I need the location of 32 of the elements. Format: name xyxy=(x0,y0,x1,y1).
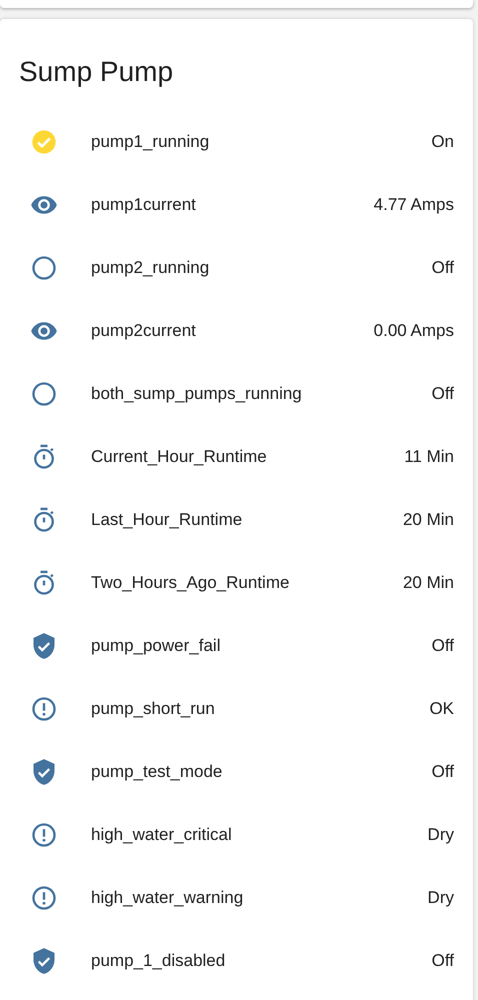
entity-state: 0.00 Amps xyxy=(374,320,454,342)
entity-state: Dry xyxy=(428,824,454,846)
entity-state: Off xyxy=(432,950,454,972)
entity-state: Dry xyxy=(428,886,454,909)
alert-circle-icon xyxy=(30,820,58,848)
entity-name: pump2current xyxy=(91,320,197,342)
entity-state: 20 Min xyxy=(402,508,454,531)
entity-name: pump_short_run xyxy=(91,698,216,720)
entity-state: On xyxy=(431,130,454,153)
entity-state: Off xyxy=(432,634,454,657)
entity-state: Off xyxy=(432,382,454,405)
entity-name: high_water_critical xyxy=(91,824,233,846)
entity-name: pump1current xyxy=(91,194,197,216)
entity-name: pump_power_fail xyxy=(91,634,222,657)
entity-state: 20 Min xyxy=(402,572,454,594)
entity-name: pump_1_disabled xyxy=(91,950,226,972)
entity-state: 11 Min xyxy=(404,446,454,468)
entity-name: pump2_running xyxy=(91,256,210,279)
entity-name: Two_Hours_Ago_Runtime xyxy=(91,572,290,594)
alert-circle-icon xyxy=(30,694,58,722)
entity-state: Off xyxy=(432,256,454,279)
card-title: Sump Pump xyxy=(18,55,174,89)
entity-name: pump1_running xyxy=(91,130,210,153)
entity-name: Current_Hour_Runtime xyxy=(91,446,268,468)
entity-name: Last_Hour_Runtime xyxy=(91,508,244,531)
entity-state: Off xyxy=(432,760,454,783)
alert-circle-icon xyxy=(30,884,58,912)
entity-state: 4.77 Amps xyxy=(374,194,454,216)
entity-name: high_water_warning xyxy=(91,886,244,909)
entity-state: OK xyxy=(429,698,454,720)
entity-name: pump_test_mode xyxy=(91,760,224,783)
entity-name: both_sump_pumps_running xyxy=(91,382,303,405)
